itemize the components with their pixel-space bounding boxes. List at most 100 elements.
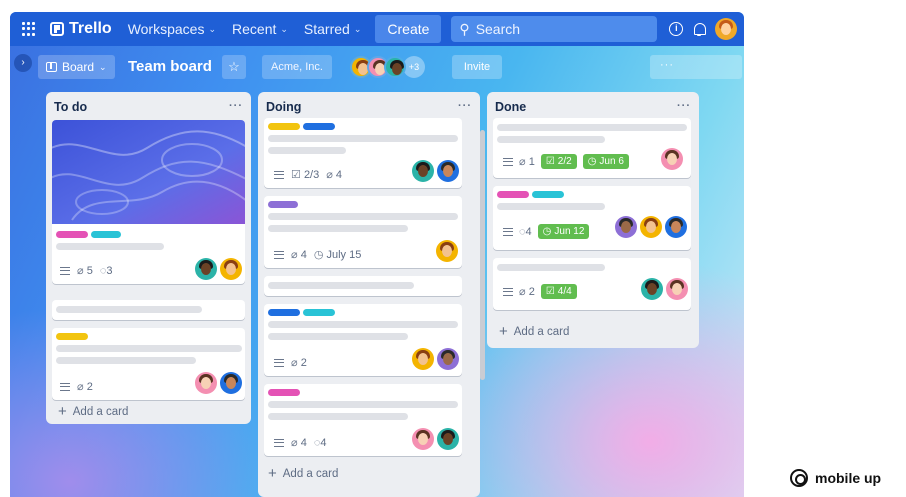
card-badges: ⌀ 4 ◌4 [274,436,326,449]
card-item[interactable]: ⌀ 2 ☑ 4/4 [493,258,691,310]
avatar-face [226,263,236,275]
card-with-cover[interactable]: ⌀ 5 ◌3 [52,120,245,284]
member-avatar[interactable] [665,216,687,238]
search-input[interactable]: ⚲ Search [451,16,658,42]
avatar-face [647,283,657,295]
card-label [91,231,121,238]
paperclip-icon: ⌀ [77,381,84,393]
due-date-complete-badge: ◷ Jun 6 [582,154,629,169]
checklist-count: 2/2 [557,156,572,167]
view-label: Board [62,60,95,74]
top-nav: Trello Workspaces ⌄ Recent ⌄ Starred ⌄ Crea… [10,12,744,46]
card-members [412,160,459,182]
invite-button[interactable]: Invite [452,55,502,79]
card-item[interactable]: ⌀ 1 ☑ 2/2 ◷ Jun 6 [493,118,691,178]
add-card-button[interactable]: + Add a card [58,404,128,419]
clock-icon: ◷ [542,226,552,237]
member-avatar[interactable] [437,348,459,370]
member-avatar[interactable] [412,428,434,450]
list-title[interactable]: To do [54,100,87,114]
description-icon [503,227,513,236]
recent-menu[interactable]: Recent ⌄ [232,21,288,37]
attachment-badge: ⌀ 4 [291,248,307,261]
card-item[interactable]: ⌀ 2 [264,304,462,376]
view-switcher-button[interactable]: Board ⌄ [38,55,115,79]
card-badges: ⌀ 2 [274,356,307,369]
app-name: Trello [69,20,112,37]
comment-badge: ◌4 [314,437,327,449]
member-avatar[interactable] [640,216,662,238]
member-avatar[interactable] [615,216,637,238]
list-menu-icon[interactable]: ··· [458,100,472,114]
card-item[interactable]: ☑ 2/3 ⌀ 4 [264,118,462,188]
starred-menu[interactable]: Starred ⌄ [304,21,361,37]
description-icon [274,250,284,259]
member-avatar[interactable] [661,148,683,170]
member-avatar[interactable] [220,258,242,280]
board-title[interactable]: Team board [128,58,212,75]
star-icon[interactable]: ☆ [222,55,246,79]
user-avatar[interactable] [715,18,738,40]
list-title[interactable]: Done [495,100,526,114]
info-icon[interactable]: i [669,22,684,36]
member-avatar[interactable] [437,428,459,450]
comment-badge: ◌4 [519,226,532,238]
card-members [195,372,242,394]
comment-count: 4 [525,225,532,238]
card-item[interactable]: ◌4 ◷ Jun 12 [493,186,691,250]
card-title-placeholder [56,243,164,250]
app-switcher-icon[interactable] [22,22,36,36]
attachment-badge: ⌀ 4 [291,436,307,449]
list-menu-icon[interactable]: ··· [229,100,243,114]
attachment-badge: ⌀ 2 [291,356,307,369]
member-avatar[interactable] [195,372,217,394]
list-scrollbar[interactable] [480,130,485,380]
add-card-button[interactable]: + Add a card [268,466,338,481]
attachment-badge: ⌀ 1 [519,155,535,168]
trello-logo[interactable]: Trello [50,20,112,38]
avatar-face [442,245,452,257]
trello-app: Trello Workspaces ⌄ Recent ⌄ Starred ⌄ Crea… [10,12,744,497]
card-title-placeholder [268,333,408,340]
member-avatar[interactable] [195,258,217,280]
checklist-badge: ☑ 2/3 [291,168,319,181]
attachment-badge: ⌀ 2 [519,285,535,298]
card-title-placeholder [56,357,196,364]
workspaces-menu[interactable]: Workspaces ⌄ [128,21,216,37]
member-avatar[interactable] [666,278,688,300]
card-members [412,428,459,450]
bell-icon[interactable] [693,22,707,36]
paperclip-icon: ⌀ [77,265,84,277]
card-item[interactable]: ⌀ 4 ◷ July 15 [264,196,462,268]
member-avatar[interactable] [412,160,434,182]
member-avatar[interactable] [436,240,458,262]
card-item[interactable]: ⌀ 4 ◌4 [264,384,462,456]
board-members[interactable]: +3 [350,55,425,79]
add-card-button[interactable]: + Add a card [499,324,569,339]
member-avatar[interactable] [384,56,406,78]
create-button[interactable]: Create [375,15,442,43]
member-avatar[interactable] [437,160,459,182]
member-avatar[interactable] [220,372,242,394]
more-members-count[interactable]: +3 [403,56,425,78]
list-title[interactable]: Doing [266,100,301,114]
card-simple[interactable] [52,300,245,320]
card-title-placeholder [268,401,458,408]
card-item[interactable]: ⌀ 2 [52,328,245,400]
list-menu-icon[interactable]: ··· [677,100,691,114]
sidebar-expand-button[interactable]: › [14,54,32,72]
card-title-placeholder [497,203,605,210]
clock-icon: ◷ [587,156,597,167]
board-menu-button[interactable]: ··· [650,55,742,79]
avatar-face [672,283,682,295]
due-date: Jun 12 [554,226,585,237]
card-label [303,123,335,130]
member-avatar[interactable] [412,348,434,370]
attachment-count: 5 [86,265,93,277]
card-label [56,333,88,340]
card-badges: ☑ 2/3 ⌀ 4 [274,168,342,181]
workspace-button[interactable]: Acme, Inc. [262,55,332,79]
card-simple[interactable] [264,276,462,296]
member-avatar[interactable] [641,278,663,300]
chevron-down-icon: ⌄ [99,61,107,72]
